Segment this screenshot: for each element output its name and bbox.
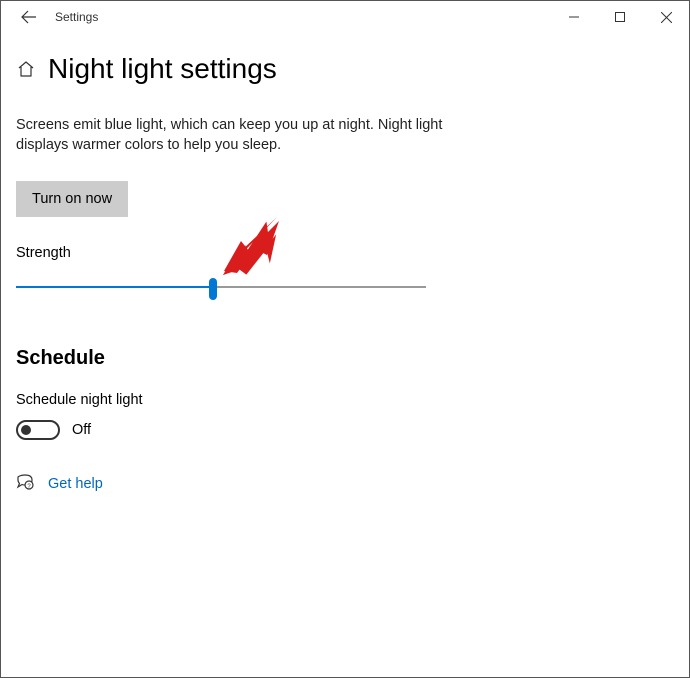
strength-slider[interactable] xyxy=(16,275,426,299)
toggle-knob xyxy=(21,425,31,435)
window-controls xyxy=(551,1,689,33)
close-icon xyxy=(661,12,672,23)
titlebar: Settings xyxy=(1,1,689,33)
arrow-left-icon xyxy=(21,9,37,25)
close-button[interactable] xyxy=(643,1,689,33)
maximize-icon xyxy=(615,12,625,22)
page-header: Night light settings xyxy=(1,33,689,95)
help-row: ? Get help xyxy=(16,474,674,495)
window-title: Settings xyxy=(55,10,98,24)
help-icon: ? xyxy=(16,474,34,495)
slider-fill xyxy=(16,286,213,288)
schedule-toggle-row: Off xyxy=(16,420,674,440)
minimize-button[interactable] xyxy=(551,1,597,33)
minimize-icon xyxy=(569,12,579,22)
schedule-toggle-label: Schedule night light xyxy=(16,392,674,408)
get-help-link[interactable]: Get help xyxy=(48,476,103,492)
turn-on-now-button[interactable]: Turn on now xyxy=(16,181,128,217)
slider-thumb[interactable] xyxy=(209,278,217,300)
schedule-toggle[interactable] xyxy=(16,420,60,440)
schedule-toggle-state: Off xyxy=(72,422,91,438)
schedule-heading: Schedule xyxy=(16,347,674,370)
strength-label: Strength xyxy=(16,245,674,261)
page-description: Screens emit blue light, which can keep … xyxy=(16,115,456,156)
content-area: Screens emit blue light, which can keep … xyxy=(1,95,689,515)
page-title: Night light settings xyxy=(48,53,277,85)
home-icon[interactable] xyxy=(16,59,36,79)
maximize-button[interactable] xyxy=(597,1,643,33)
back-button[interactable] xyxy=(9,1,49,33)
